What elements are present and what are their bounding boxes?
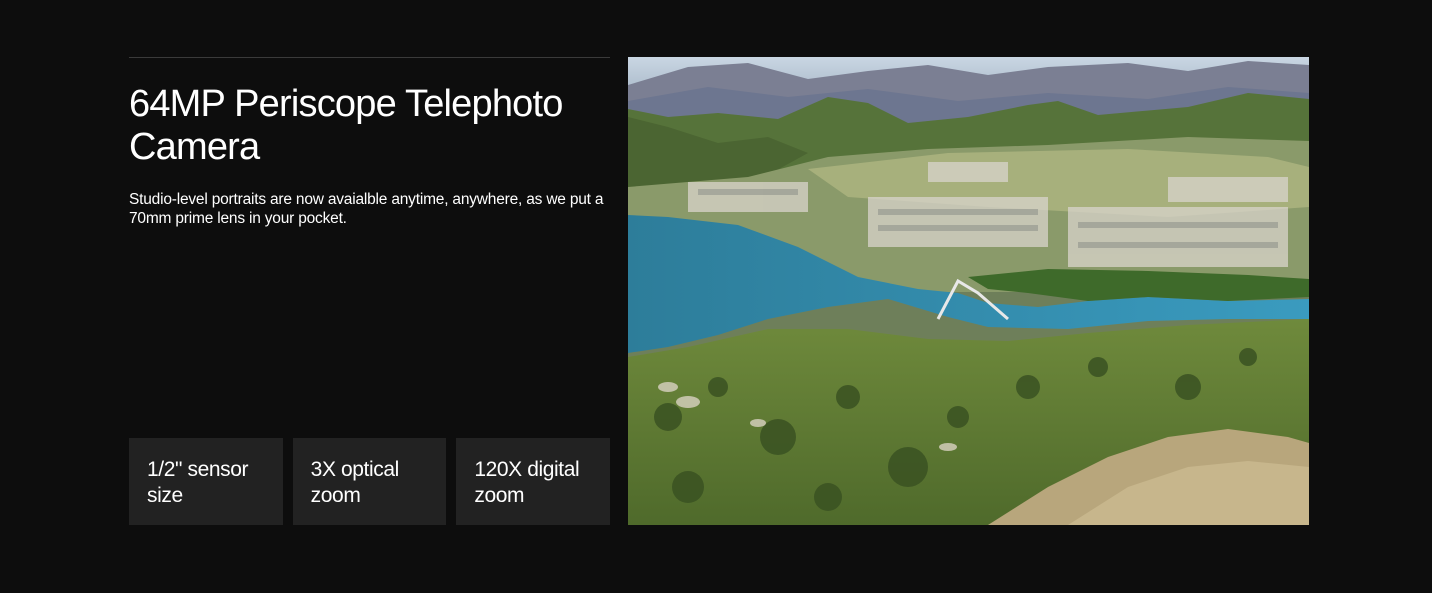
landscape-photo-illustration bbox=[628, 57, 1309, 525]
spec-card-digital-zoom: 120X digital zoom bbox=[456, 438, 611, 525]
spec-card-optical-zoom: 3X optical zoom bbox=[292, 438, 447, 525]
feature-text-column: 64MP Periscope Telephoto Camera Studio-l… bbox=[129, 57, 611, 525]
camera-feature-section: 64MP Periscope Telephoto Camera Studio-l… bbox=[0, 0, 1432, 593]
section-divider bbox=[129, 57, 610, 58]
sample-landscape-photo bbox=[628, 57, 1309, 525]
feature-title: 64MP Periscope Telephoto Camera bbox=[129, 83, 563, 168]
spec-label: 120X digital zoom bbox=[474, 458, 580, 507]
spec-label: 3X optical zoom bbox=[310, 458, 400, 507]
spec-label: 1/2" sensor size bbox=[147, 458, 249, 507]
spec-cards: 1/2" sensor size 3X optical zoom 120X di… bbox=[129, 438, 611, 525]
feature-description: Studio-level portraits are now avaialble… bbox=[129, 191, 604, 227]
spec-card-sensor: 1/2" sensor size bbox=[129, 438, 283, 525]
